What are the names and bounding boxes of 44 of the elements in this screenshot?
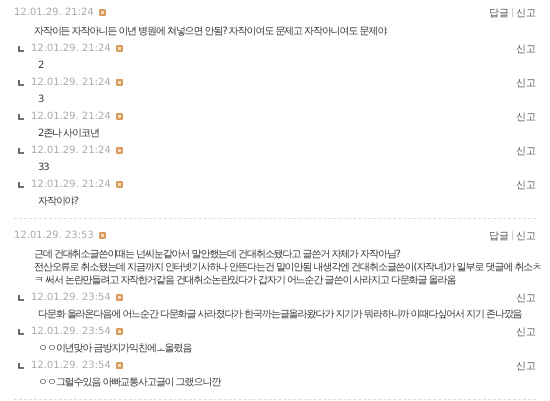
reply-date: 12.01.29. 23:54: [31, 292, 111, 303]
reply-text: ㅇㅇ그럴수있음 아빠교통사고글이 그랬으니깐: [37, 376, 220, 390]
report-link[interactable]: 신고: [516, 324, 536, 338]
report-link[interactable]: 신고: [516, 228, 536, 242]
reply-date: 12.01.29. 21:24: [31, 145, 111, 156]
new-badge-icon: [116, 113, 123, 120]
comment-date: 12.01.29. 23:53: [14, 230, 94, 241]
report-link[interactable]: 신고: [516, 76, 536, 90]
comment-text: 자작이든 자작아니든 이년 병원에 쳐넣으면 안됨? 자작이여도 문제고 자작아니여도 문제야: [33, 25, 386, 38]
new-badge-icon: [116, 294, 123, 301]
new-badge-icon: [116, 45, 123, 52]
comment-text: ㅋ 써서 논란만들려고 자작한거같음 건대취소논란있다가 갑자기 어느순간 글쓴이 사라지고 다문화글 올라옴: [33, 274, 456, 287]
reply-link[interactable]: 답글: [489, 228, 509, 242]
reply-link[interactable]: 답글: [489, 6, 509, 20]
reply-date: 12.01.29. 21:24: [31, 77, 111, 88]
comment-date: 12.01.29. 21:24: [14, 7, 94, 18]
reply-text: 다문화 올라온다음에 어느순간 다문화글 사라졌다가 한국까는글올라왔다가 지기가 뭐라하니까 이때다싶어서 지기 존나깠음: [37, 308, 522, 322]
reply-text: 33: [37, 161, 49, 175]
new-badge-icon: [116, 362, 123, 369]
new-badge-icon: [98, 232, 106, 239]
new-badge-icon: [116, 79, 123, 86]
reply-date: 12.01.29. 23:54: [31, 360, 111, 371]
comment-text: 근데 건대취소글쓴이때는 넌씨눈같아서 말안했는데 건대취소됐다고 글쓴거 자체가 자작아님?: [33, 248, 400, 261]
new-badge-icon: [98, 9, 106, 16]
report-link[interactable]: 신고: [516, 6, 536, 20]
reply-text: 2존나 사이코년: [37, 127, 99, 141]
comment-text: 전산오류로 취소됐는데 지금까지 인터넷기사하나 안뜬다는건 말이안됨 내생각엔 건대취소글쓴이(자작녀)가 일부로 댓글에 취소ㅊ: [33, 261, 541, 274]
reply-date: 12.01.29. 21:24: [31, 43, 111, 54]
reply-text: ㅇㅇ이년맞아 금방지가익친에ㅗ올렸음: [37, 342, 192, 356]
reply-text: 자작이야?: [37, 195, 78, 209]
report-link[interactable]: 신고: [516, 42, 536, 56]
new-badge-icon: [116, 328, 123, 335]
new-badge-icon: [116, 147, 123, 154]
report-link[interactable]: 신고: [516, 358, 536, 372]
reply-text: 3: [37, 93, 44, 107]
report-link[interactable]: 신고: [516, 290, 536, 304]
reply-date: 12.01.29. 21:24: [31, 179, 111, 190]
report-link[interactable]: 신고: [516, 178, 536, 192]
report-link[interactable]: 신고: [516, 110, 536, 124]
reply-date: 12.01.29. 23:54: [31, 326, 111, 337]
reply-date: 12.01.29. 21:24: [31, 111, 111, 122]
new-badge-icon: [116, 181, 123, 188]
report-link[interactable]: 신고: [516, 144, 536, 158]
reply-text: 2: [37, 59, 44, 73]
